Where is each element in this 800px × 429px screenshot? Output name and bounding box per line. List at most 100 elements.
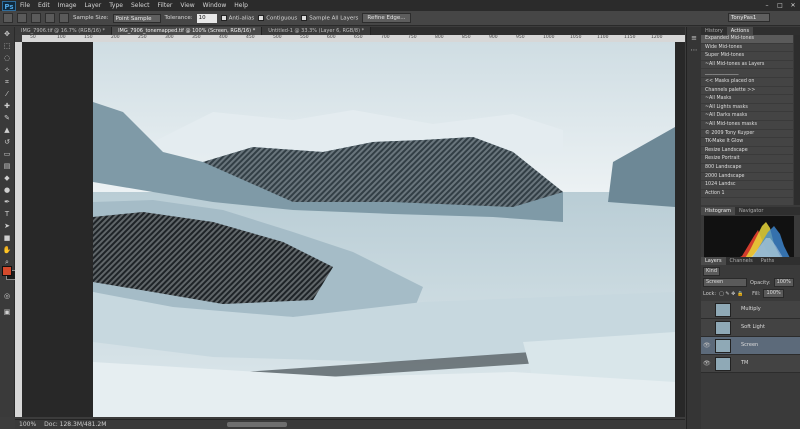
horizontal-scrollbar[interactable] (227, 422, 287, 427)
action-item[interactable]: Wide Mid-tones (701, 44, 793, 53)
opacity-label: Opacity: (750, 279, 771, 286)
menu-image[interactable]: Image (54, 2, 81, 9)
tab-channels[interactable]: Channels (726, 257, 757, 265)
eyedropper-tool-icon[interactable]: ⁄ (2, 89, 12, 99)
contiguous-checkbox[interactable]: Contiguous (258, 14, 298, 22)
action-item[interactable]: 1024 Landsc (701, 181, 793, 190)
ruler-tick-label: 850 (462, 35, 471, 40)
gradient-tool-icon[interactable]: ▤ (2, 161, 12, 171)
history-brush-tool-icon[interactable]: ↺ (2, 137, 12, 147)
action-item[interactable]: ______________ (701, 69, 793, 78)
marquee-tool-icon[interactable]: ⬚ (2, 41, 12, 51)
panel-options-icon[interactable]: ≡ (689, 33, 699, 43)
menu-type[interactable]: Type (105, 2, 127, 9)
blur-tool-icon[interactable]: ◆ (2, 173, 12, 183)
action-item[interactable]: Expanded Mid-tones (701, 35, 793, 44)
action-item[interactable]: ~All Darks masks (701, 112, 793, 121)
tab-history[interactable]: History (701, 27, 727, 35)
tab-paths[interactable]: Paths (757, 257, 779, 265)
menu-window[interactable]: Window (199, 2, 231, 9)
action-item[interactable]: ~All Masks (701, 95, 793, 104)
action-item[interactable]: Action 1 (701, 190, 793, 199)
menu-edit[interactable]: Edit (34, 2, 54, 9)
actions-scrollbar[interactable] (794, 35, 800, 205)
shape-tool-icon[interactable]: ■ (2, 233, 12, 243)
tab-document-2[interactable]: IMG_7906_tonemapped.tif @ 100% (Screen, … (112, 27, 263, 35)
action-item[interactable]: © 2009 Tony Kuyper (701, 130, 793, 139)
menu-help[interactable]: Help (230, 2, 252, 9)
opacity-input[interactable]: 100% (773, 278, 794, 287)
document-image[interactable] (93, 42, 675, 417)
new-selection-icon[interactable] (17, 13, 27, 23)
ruler-tick-label: 550 (300, 35, 309, 40)
layer-row[interactable]: Soft Light (701, 319, 800, 337)
hand-tool-icon[interactable]: ✋ (2, 245, 12, 255)
menu-view[interactable]: View (176, 2, 198, 9)
magic-wand-tool-icon[interactable]: ✧ (2, 65, 12, 75)
quick-mask-icon[interactable]: ◎ (2, 291, 12, 301)
action-item[interactable]: << Masks placed on (701, 78, 793, 87)
layer-kind-select[interactable]: Kind (703, 267, 721, 276)
tab-layers[interactable]: Layers (701, 257, 726, 265)
sample-all-layers-checkbox[interactable]: Sample All Layers (301, 14, 358, 21)
tab-document-3[interactable]: Untitled-1 @ 33.3% (Layer 6, RGB/8) * (262, 27, 372, 35)
tab-document-1[interactable]: IMG_7906.tif @ 16.7% (RGB/16) * (15, 27, 113, 35)
action-item[interactable]: Super Mid-tones (701, 52, 793, 61)
action-item[interactable]: Resize Landscape (701, 147, 793, 156)
screen-mode-icon[interactable]: ▣ (2, 307, 12, 317)
tolerance-input[interactable]: 10 (196, 13, 217, 23)
magic-wand-tool-icon[interactable] (3, 13, 13, 23)
blend-mode-select[interactable]: Screen (703, 278, 747, 287)
brush-presets-icon[interactable]: ⋯ (689, 45, 699, 55)
action-item[interactable]: ~All Mid-tones masks (701, 121, 793, 130)
subtract-selection-icon[interactable] (45, 13, 55, 23)
menu-layer[interactable]: Layer (80, 2, 105, 9)
eraser-tool-icon[interactable]: ▭ (2, 149, 12, 159)
layer-row[interactable]: 👁 TM (701, 355, 800, 373)
maximize-button[interactable]: □ (775, 2, 785, 10)
anti-alias-checkbox[interactable]: Anti-alias (220, 14, 254, 21)
color-swatches[interactable] (2, 266, 16, 280)
visibility-eye-icon[interactable]: 👁 (703, 360, 711, 367)
action-item[interactable]: Resize Portrait (701, 155, 793, 164)
foreground-color-swatch[interactable] (2, 266, 12, 276)
menu-select[interactable]: Select (127, 2, 154, 9)
layer-row[interactable]: 👁 Screen (701, 337, 800, 355)
add-selection-icon[interactable] (31, 13, 41, 23)
workspace-select[interactable]: TonyPas1 (728, 13, 770, 22)
action-item[interactable]: ~All Lights masks (701, 104, 793, 113)
action-item[interactable]: ~All Mid-tones as Layers (701, 61, 793, 70)
tab-histogram[interactable]: Histogram (701, 207, 735, 215)
sample-size-select[interactable]: Point Sample (112, 13, 161, 23)
action-item[interactable]: 800 Landscape (701, 164, 793, 173)
path-selection-tool-icon[interactable]: ➤ (2, 221, 12, 231)
lasso-tool-icon[interactable]: ◌ (2, 53, 12, 63)
dodge-tool-icon[interactable]: ● (2, 185, 12, 195)
visibility-eye-icon[interactable]: 👁 (703, 342, 711, 349)
clone-stamp-tool-icon[interactable]: ▲ (2, 125, 12, 135)
move-tool-icon[interactable]: ✥ (2, 29, 12, 39)
fill-input[interactable]: 100% (763, 289, 784, 298)
lock-icons[interactable]: ▢ ✎ ✥ 🔒 (719, 291, 749, 297)
zoom-level[interactable]: 100% (19, 421, 36, 428)
pen-tool-icon[interactable]: ✒ (2, 197, 12, 207)
close-button[interactable]: ✕ (788, 2, 798, 10)
tab-navigator[interactable]: Navigator (735, 207, 767, 215)
action-item[interactable]: 2000 Landscape (701, 173, 793, 182)
crop-tool-icon[interactable]: ⌗ (2, 77, 12, 87)
healing-brush-tool-icon[interactable]: ✚ (2, 101, 12, 111)
type-tool-icon[interactable]: T (2, 209, 12, 219)
histogram-graph (704, 216, 794, 260)
action-item[interactable]: TK-Make It Glow (701, 138, 793, 147)
layer-row[interactable]: Multiply (701, 301, 800, 319)
brush-tool-icon[interactable]: ✎ (2, 113, 12, 123)
menu-file[interactable]: File (16, 2, 34, 9)
minimize-button[interactable]: – (762, 2, 772, 10)
contiguous-label: Contiguous (266, 15, 298, 22)
tab-actions[interactable]: Actions (726, 27, 754, 35)
ruler-tick-label: 250 (138, 35, 147, 40)
refine-edge-button[interactable]: Refine Edge... (362, 13, 411, 23)
intersect-selection-icon[interactable] (59, 13, 69, 23)
menu-filter[interactable]: Filter (154, 2, 177, 9)
action-item[interactable]: Channels palette >> (701, 87, 793, 96)
